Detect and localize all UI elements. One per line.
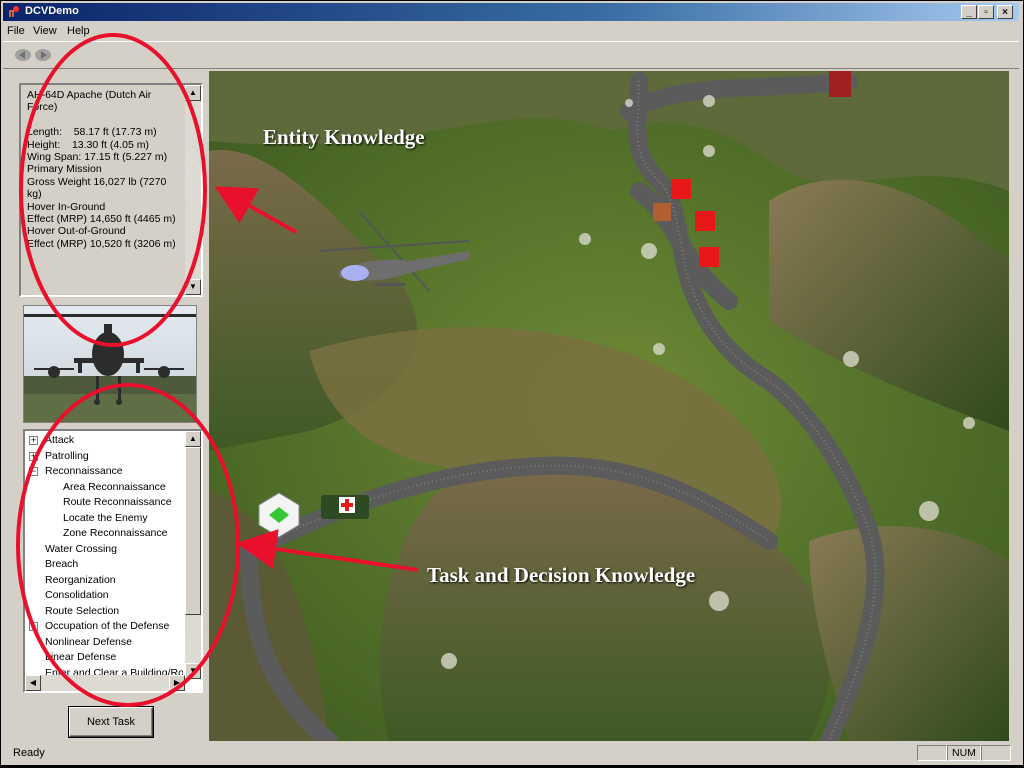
collapse-icon[interactable]: − [29, 467, 38, 476]
task-tree-item-label: Nonlinear Defense [45, 635, 132, 648]
task-tree[interactable]: Attack + Patrolling + Reconnaissance − Area Re… [25, 431, 183, 675]
app-icon [9, 6, 19, 17]
task-tree-item-label: Route Selection [45, 604, 120, 617]
scroll-down-arrow-icon[interactable]: ▼ [185, 279, 201, 295]
menu-bar: File View Help [3, 23, 1019, 39]
entity-photo [23, 305, 197, 423]
task-tree-item[interactable]: Occupation of the Defense [45, 619, 169, 634]
task-tree-item-label: Consolidation [45, 589, 109, 601]
task-tree-item-label: Route Reconnaissance [63, 496, 172, 508]
menu-view[interactable]: View [33, 25, 57, 37]
status-cell-empty [917, 745, 947, 761]
task-decision-knowledge-label: Task and Decision Knowledge [427, 563, 696, 587]
entity-info-text: AH-64D Apache (Dutch Air Force) Length: … [27, 89, 176, 250]
task-tree-item[interactable]: Nonlinear Defense [45, 635, 132, 650]
task-tree-item-label: Patrolling [45, 449, 89, 462]
task-tree-item[interactable]: Consolidation [45, 588, 109, 603]
task-tree-item-label: Breach [45, 558, 79, 570]
minimize-button[interactable]: _ [961, 5, 977, 19]
task-tree-item-label: Zone Reconnaissance [63, 527, 168, 539]
status-bar: Ready NUM [3, 743, 1019, 763]
window-title: DCVDemo [25, 5, 79, 17]
scroll-right-arrow-icon[interactable]: ▶ [169, 675, 185, 691]
left-panel: AH-64D Apache (Dutch Air Force) Length: … [11, 73, 207, 741]
scroll-down-arrow-icon[interactable]: ▼ [185, 663, 201, 679]
terrain-3d-view[interactable] [209, 71, 1009, 741]
task-tree-item-label: Occupation of the Defense [45, 620, 170, 632]
expand-icon[interactable]: + [29, 451, 38, 461]
app-window: DCVDemo _ ▫ × File View Help AH-64D Apac… [0, 0, 1024, 766]
task-tree-item-label: Attack [45, 434, 75, 446]
task-tree-item[interactable]: Attack [45, 433, 74, 448]
task-tree-item[interactable]: Area Reconnaissance [63, 480, 166, 495]
menu-file[interactable]: File [7, 25, 25, 37]
scroll-up-arrow-icon[interactable]: ▲ [185, 431, 201, 447]
task-tree-hscrollbar[interactable]: ◀ ▶ [25, 675, 185, 691]
task-tree-item-label: Water Crossing [45, 542, 117, 555]
task-tree-item[interactable]: Patrolling [45, 449, 89, 464]
num-lock-indicator: NUM [947, 745, 981, 761]
task-tree-item[interactable]: Enter and Clear a Building/Ro [45, 666, 183, 676]
scroll-up-arrow-icon[interactable]: ▲ [185, 85, 201, 101]
task-tree-item[interactable]: Route Selection [45, 604, 119, 619]
task-tree-item-label: Linear Defense [45, 651, 117, 663]
expand-icon[interactable]: + [29, 622, 38, 631]
menu-help[interactable]: Help [67, 25, 90, 37]
task-tree-item-label: Locate the Enemy [63, 511, 148, 524]
entity-knowledge-label: Entity Knowledge [263, 125, 425, 149]
task-tree-vscrollbar[interactable]: ▲ ▼ [185, 431, 201, 679]
task-tree-item[interactable]: Water Crossing [45, 542, 117, 557]
entity-info-scrollbar[interactable]: ▲ ▼ [185, 85, 201, 295]
scroll-thumb[interactable] [185, 447, 201, 615]
task-tree-item[interactable]: Linear Defense [45, 650, 116, 665]
maximize-button[interactable]: ▫ [978, 5, 994, 19]
ambulance-unit [321, 495, 369, 519]
task-tree-item-label: Enter and Clear a Building/Ro [45, 666, 183, 676]
status-cell-scroll [981, 745, 1011, 761]
task-tree-item[interactable]: Reconnaissance [45, 464, 123, 479]
task-tree-panel[interactable]: Attack + Patrolling + Reconnaissance − Area Re… [23, 429, 203, 693]
task-tree-item-label: Area Reconnaissance [63, 480, 166, 493]
back-icon[interactable] [13, 46, 33, 64]
toolbar [3, 41, 1019, 69]
forward-icon[interactable] [33, 46, 53, 64]
task-tree-item-label: Reorganization [45, 573, 116, 586]
scroll-left-arrow-icon[interactable]: ◀ [25, 675, 41, 691]
task-tree-item-label: Reconnaissance [45, 465, 123, 477]
expand-icon[interactable]: + [29, 436, 38, 445]
task-tree-item[interactable]: Zone Reconnaissance [63, 526, 167, 541]
close-button[interactable]: × [997, 5, 1013, 19]
view-scrollbar[interactable] [1009, 71, 1021, 741]
task-tree-item[interactable]: Locate the Enemy [63, 511, 148, 526]
next-task-button[interactable]: Next Task [69, 707, 153, 737]
entity-info-panel[interactable]: AH-64D Apache (Dutch Air Force) Length: … [19, 83, 203, 297]
title-bar[interactable]: DCVDemo _ ▫ × [3, 3, 1019, 21]
task-tree-item[interactable]: Reorganization [45, 573, 116, 588]
task-tree-item[interactable]: Breach [45, 557, 78, 572]
task-tree-item[interactable]: Route Reconnaissance [63, 495, 172, 510]
status-text: Ready [13, 747, 45, 759]
